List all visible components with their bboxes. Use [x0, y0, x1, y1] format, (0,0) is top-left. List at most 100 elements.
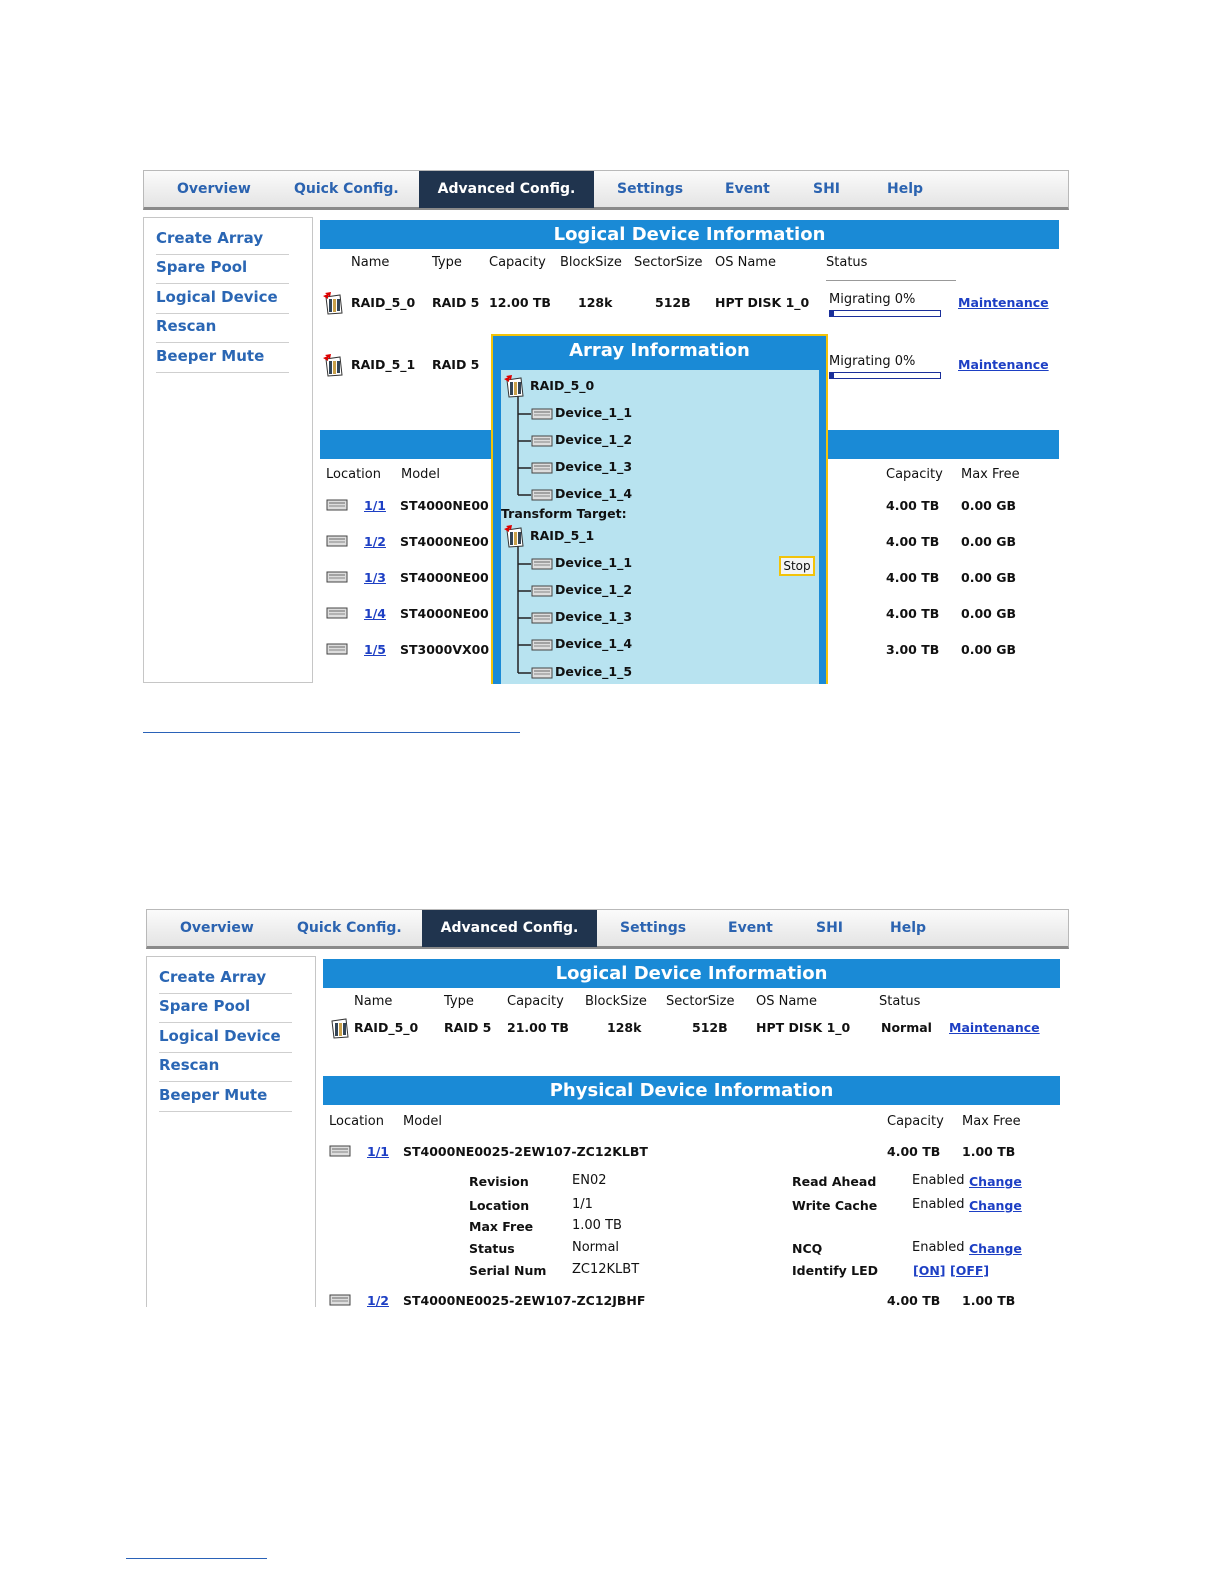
disk-location-link[interactable]: 1/1: [367, 1144, 389, 1159]
tab-shi[interactable]: SHI: [816, 910, 843, 947]
array-type: RAID 5: [444, 1020, 492, 1035]
status-divider: [826, 280, 956, 281]
status-text: Migrating 0%: [829, 354, 916, 369]
tree-source-array: RAID_5_0: [530, 378, 595, 393]
array-name: RAID_5_1: [351, 357, 416, 372]
sidebar-item-spare-pool[interactable]: Spare Pool: [159, 994, 292, 1023]
disk-max-free: 1.00 TB: [962, 1293, 1016, 1307]
tab-help[interactable]: Help: [887, 171, 923, 208]
sidebar-item-beeper-mute[interactable]: Beeper Mute: [159, 1083, 292, 1112]
disk-location-link[interactable]: 1/4: [364, 606, 386, 621]
array-tree: RAID_5_0 Device_1_1 Device_1_2 Device_1_…: [501, 370, 819, 684]
disk-capacity: 4.00 TB: [886, 570, 940, 585]
sidebar-item-rescan[interactable]: Rescan: [156, 314, 289, 343]
col-type: Type: [444, 994, 474, 1009]
tree-device[interactable]: Device_1_4: [555, 486, 632, 501]
disk-max-free: 0.00 GB: [961, 642, 1016, 657]
maintenance-link[interactable]: Maintenance: [949, 1020, 1040, 1035]
ncq-change-link[interactable]: Change: [969, 1241, 1022, 1256]
detail-value: EN02: [572, 1173, 607, 1188]
tree-device[interactable]: Device_1_5: [555, 664, 632, 679]
tree-device[interactable]: Device_1_2: [555, 432, 632, 447]
array-capacity: 21.00 TB: [507, 1020, 569, 1035]
tab-event[interactable]: Event: [728, 910, 773, 947]
sidebar-item-logical-device[interactable]: Logical Device: [156, 285, 289, 314]
disk-icon: [326, 607, 348, 619]
identify-led-on-link[interactable]: [ON]: [913, 1263, 946, 1278]
maintenance-link[interactable]: Maintenance: [958, 295, 1049, 310]
col-name: Name: [351, 255, 390, 270]
tab-advanced-config[interactable]: Advanced Config.: [422, 910, 597, 947]
separator-line: [143, 732, 520, 733]
disk-icon: [326, 499, 348, 511]
col-capacity: Capacity: [887, 1114, 944, 1129]
screenshot-migrating: Overview Quick Config. Advanced Config. …: [143, 170, 1069, 684]
sidebar-item-rescan[interactable]: Rescan: [159, 1053, 292, 1082]
transform-target-label: Transform Target:: [501, 506, 627, 521]
tab-shi[interactable]: SHI: [813, 171, 840, 208]
disk-location-link[interactable]: 1/2: [364, 534, 386, 549]
tree-device[interactable]: Device_1_3: [555, 609, 632, 624]
tab-overview[interactable]: Overview: [180, 910, 254, 947]
array-information-popup: Array Information RAID_5_0 Device_1_1 De…: [491, 334, 828, 684]
disk-icon: [326, 571, 348, 583]
disk-model: ST4000NE00: [400, 570, 489, 585]
disk-icon: [531, 408, 553, 420]
disk-icon: [531, 558, 553, 570]
disk-location-link[interactable]: 1/1: [364, 498, 386, 513]
logical-device-header: Logical Device Information: [323, 959, 1060, 988]
disk-icon: [531, 435, 553, 447]
identify-led-label: Identify LED: [792, 1263, 879, 1278]
detail-label: Max Free: [469, 1219, 534, 1234]
detail-label: Revision: [469, 1174, 529, 1189]
sidebar-item-create-array[interactable]: Create Array: [159, 965, 292, 994]
sidebar-item-create-array[interactable]: Create Array: [156, 226, 289, 255]
disk-icon: [326, 535, 348, 547]
tab-advanced-config[interactable]: Advanced Config.: [419, 171, 594, 208]
tab-quick-config[interactable]: Quick Config.: [297, 910, 402, 947]
disk-location-link[interactable]: 1/5: [364, 642, 386, 657]
col-capacity: Capacity: [886, 467, 943, 482]
read-ahead-change-link[interactable]: Change: [969, 1174, 1022, 1189]
detail-value: 1.00 TB: [572, 1218, 622, 1233]
col-sectorsize: SectorSize: [634, 255, 703, 270]
tab-help[interactable]: Help: [890, 910, 926, 947]
col-status: Status: [879, 994, 921, 1009]
logical-device-header: Logical Device Information: [320, 220, 1059, 249]
sidebar-item-spare-pool[interactable]: Spare Pool: [156, 255, 289, 284]
disk-model: ST4000NE00: [400, 606, 489, 621]
col-max-free: Max Free: [961, 467, 1020, 482]
write-cache-change-link[interactable]: Change: [969, 1198, 1022, 1213]
tab-settings[interactable]: Settings: [620, 910, 686, 947]
disk-max-free: 0.00 GB: [961, 606, 1016, 621]
disk-capacity: 4.00 TB: [887, 1144, 941, 1159]
migration-progress-bar: [829, 372, 941, 379]
array-blocksize: 128k: [578, 295, 613, 310]
tab-settings[interactable]: Settings: [617, 171, 683, 208]
tab-event[interactable]: Event: [725, 171, 770, 208]
disk-model: ST4000NE00: [400, 498, 489, 513]
tree-device[interactable]: Device_1_2: [555, 582, 632, 597]
tab-overview[interactable]: Overview: [177, 171, 251, 208]
maintenance-link[interactable]: Maintenance: [958, 357, 1049, 372]
identify-led-off-link[interactable]: [OFF]: [950, 1263, 989, 1278]
sidebar-item-logical-device[interactable]: Logical Device: [159, 1024, 292, 1053]
tree-device[interactable]: Device_1_4: [555, 636, 632, 651]
tree-device[interactable]: Device_1_1: [555, 405, 632, 420]
disk-icon: [531, 639, 553, 651]
col-model: Model: [403, 1114, 443, 1129]
tree-device[interactable]: Device_1_1: [555, 555, 632, 570]
detail-label: Location: [469, 1198, 530, 1213]
stop-migration-button[interactable]: Stop: [779, 556, 815, 576]
col-max-free: Max Free: [962, 1114, 1021, 1129]
sidebar-item-beeper-mute[interactable]: Beeper Mute: [156, 344, 289, 373]
disk-location-link[interactable]: 1/3: [364, 570, 386, 585]
col-type: Type: [432, 255, 462, 270]
tab-quick-config[interactable]: Quick Config.: [294, 171, 399, 208]
detail-value: ZC12KLBT: [572, 1262, 640, 1277]
raid-array-icon: [323, 354, 343, 377]
tree-device[interactable]: Device_1_3: [555, 459, 632, 474]
disk-location-link[interactable]: 1/2: [367, 1293, 389, 1307]
disk-icon: [329, 1145, 351, 1157]
array-capacity: 12.00 TB: [489, 295, 551, 310]
